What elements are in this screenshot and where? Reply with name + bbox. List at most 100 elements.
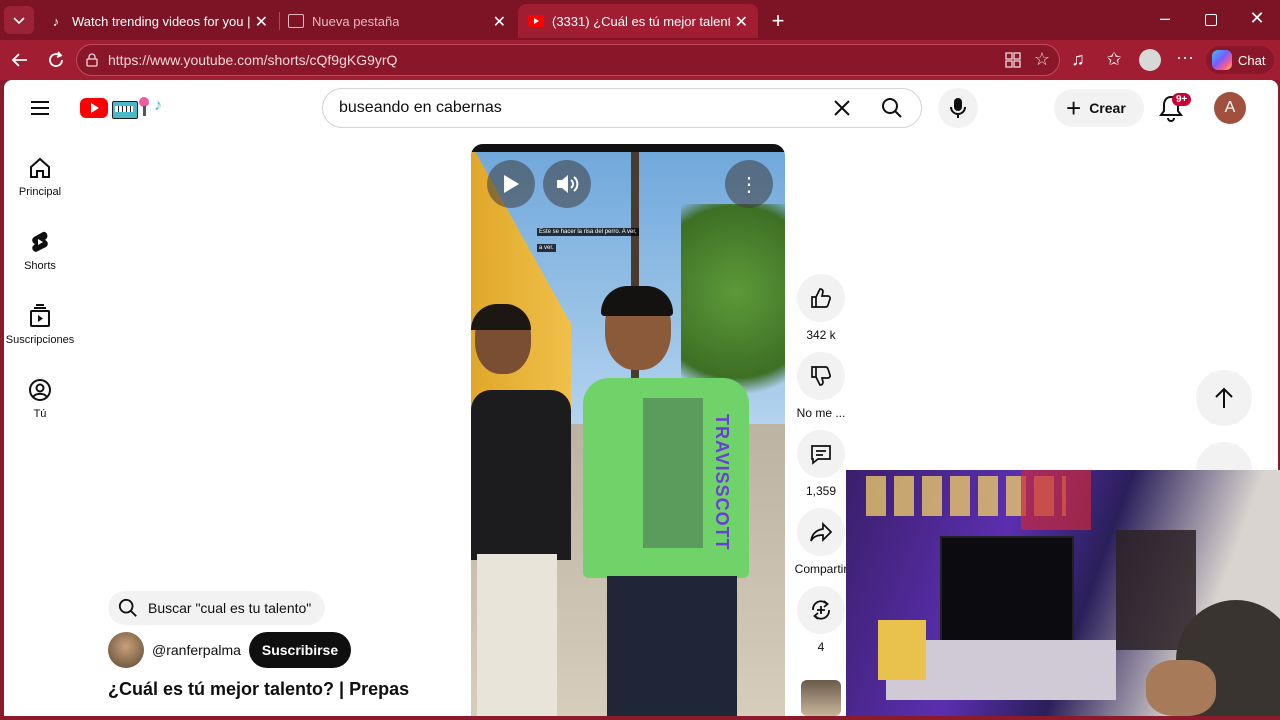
favorites-icon[interactable]: ✩ xyxy=(1102,49,1126,70)
volume-button[interactable] xyxy=(543,160,591,208)
notifications-button[interactable]: 9+ xyxy=(1158,93,1192,124)
doodle-music-icon: ♪ xyxy=(112,97,170,119)
search-icon xyxy=(882,98,902,118)
close-tab-icon[interactable]: ✕ xyxy=(735,12,748,32)
sidebar-item-label: Tú xyxy=(33,408,47,420)
like-count: 342 k xyxy=(806,328,836,342)
more-vert-icon: ⋮ xyxy=(739,173,759,196)
search-button[interactable] xyxy=(863,89,921,127)
dislike-button[interactable] xyxy=(797,352,845,400)
tab-youtube[interactable]: (3331) ¿Cuál es tú mejor talento? | ✕ xyxy=(518,4,758,38)
search-text[interactable]: buseando en cabernas xyxy=(339,99,502,117)
suggestion-text: Buscar "cual es tu talento" xyxy=(148,600,312,616)
sidebar-item-label: Principal xyxy=(18,186,62,198)
copilot-chat-button[interactable]: Chat xyxy=(1206,46,1274,74)
comments-button[interactable] xyxy=(797,430,845,478)
back-icon[interactable] xyxy=(10,50,30,75)
shirt-text: TRAVISSCOTT xyxy=(712,414,732,551)
tab-title: Nueva pestaña xyxy=(312,13,400,29)
youtube-play-logo-icon xyxy=(80,98,108,118)
remix-button[interactable] xyxy=(797,586,845,634)
voice-search-button[interactable] xyxy=(938,88,978,128)
apps-icon[interactable] xyxy=(1005,52,1021,73)
shorts-icon xyxy=(32,231,48,252)
new-tab-button[interactable]: + xyxy=(766,8,790,34)
search-icon xyxy=(118,598,137,617)
url-text[interactable]: https://www.youtube.com/shorts/cQf9gKG9y… xyxy=(108,52,397,68)
video-more-button[interactable]: ⋮ xyxy=(725,160,773,208)
copilot-icon xyxy=(1212,50,1232,70)
tab-tiktok[interactable]: ♪ Watch trending videos for you | Til ✕ xyxy=(42,4,278,38)
comment-icon xyxy=(811,445,831,465)
channel-thumbnail[interactable] xyxy=(801,680,841,716)
favorite-star-icon[interactable]: ☆ xyxy=(1031,49,1053,70)
minimize-icon[interactable]: – xyxy=(1155,8,1175,29)
shorts-video-player[interactable]: TRAVISSCOTT Este se hacer la risa del pe… xyxy=(471,144,785,716)
share-button[interactable] xyxy=(797,508,845,556)
close-tab-icon[interactable]: ✕ xyxy=(493,12,506,32)
new-tab-page-icon xyxy=(288,14,304,28)
sidebar-item-home[interactable]: Principal xyxy=(4,156,76,198)
restore-icon[interactable] xyxy=(1205,14,1217,26)
more-icon[interactable]: ··· xyxy=(1174,47,1196,68)
channel-avatar[interactable] xyxy=(108,632,144,668)
sidebar-item-subscriptions[interactable]: Suscripciones xyxy=(4,304,76,346)
person-right: TRAVISSCOTT xyxy=(583,286,763,716)
caption-line: a ver. xyxy=(537,244,556,252)
channel-handle[interactable]: @ranferpalma xyxy=(152,642,241,658)
webcam-overlay xyxy=(846,470,1280,716)
media-icon[interactable]: ♫ xyxy=(1067,49,1089,70)
avatar-letter: A xyxy=(1224,99,1236,116)
thumbs-up-icon xyxy=(811,288,831,308)
video-title[interactable]: ¿Cuál es tú mejor talento? | Prepas xyxy=(108,679,409,700)
arrow-up-icon xyxy=(1215,387,1233,408)
close-window-icon[interactable]: ✕ xyxy=(1247,8,1267,29)
sidebar-item-shorts[interactable]: Shorts xyxy=(4,230,76,272)
streamer-hand xyxy=(1146,660,1216,716)
tiktok-icon: ♪ xyxy=(52,13,60,29)
home-icon xyxy=(30,157,50,178)
previous-short-button[interactable] xyxy=(1196,370,1252,426)
youtube-favicon-icon xyxy=(528,15,544,27)
like-button[interactable] xyxy=(797,274,845,322)
sidebar-item-you[interactable]: Tú xyxy=(4,378,76,420)
play-button[interactable] xyxy=(487,160,535,208)
microphone-icon xyxy=(950,98,966,118)
subscribe-label: Suscribirse xyxy=(261,642,339,658)
person-left xyxy=(471,304,581,716)
you-icon xyxy=(29,379,51,401)
video-top-bar xyxy=(471,144,785,152)
avatar[interactable]: A xyxy=(1214,92,1246,124)
plus-icon: + xyxy=(1066,93,1082,123)
tab-title: Watch trending videos for you | Til xyxy=(72,13,252,29)
red-lamp xyxy=(1021,470,1091,530)
tab-list-button[interactable] xyxy=(4,6,34,34)
remix-icon xyxy=(812,600,830,620)
tab-new[interactable]: Nueva pestaña ✕ xyxy=(280,4,516,38)
menu-icon[interactable] xyxy=(30,98,50,123)
caption-line: Este se hacer la risa del perro. A ver, xyxy=(537,228,639,236)
share-icon xyxy=(810,522,832,542)
notification-badge: 9+ xyxy=(1172,93,1192,106)
copilot-label: Chat xyxy=(1238,52,1266,68)
play-icon xyxy=(504,175,519,193)
create-button[interactable]: + Crear xyxy=(1054,89,1144,127)
shirt-print xyxy=(643,398,703,548)
refresh-icon[interactable] xyxy=(46,50,66,75)
create-label: Crear xyxy=(1089,100,1126,116)
tab-title: (3331) ¿Cuál es tú mejor talento? | xyxy=(552,13,730,29)
lock-icon[interactable] xyxy=(86,53,98,72)
clear-search-icon[interactable] xyxy=(832,98,852,123)
subscriptions-icon xyxy=(30,304,50,327)
youtube-logo[interactable]: ♪ xyxy=(80,96,172,120)
sidebar-item-label: Shorts xyxy=(24,260,56,272)
profile-avatar-icon[interactable] xyxy=(1139,49,1161,71)
subscribe-button[interactable]: Suscribirse xyxy=(249,632,351,668)
chevron-down-icon xyxy=(13,17,25,25)
thumbs-down-icon xyxy=(811,366,831,386)
volume-icon xyxy=(557,175,579,193)
close-tab-icon[interactable]: ✕ xyxy=(255,12,268,32)
video-caption: Este se hacer la risa del perro. A ver, … xyxy=(537,228,639,254)
search-suggestion-chip[interactable]: Buscar "cual es tu talento" xyxy=(108,591,325,625)
sidebar-item-label: Suscripciones xyxy=(5,334,75,346)
